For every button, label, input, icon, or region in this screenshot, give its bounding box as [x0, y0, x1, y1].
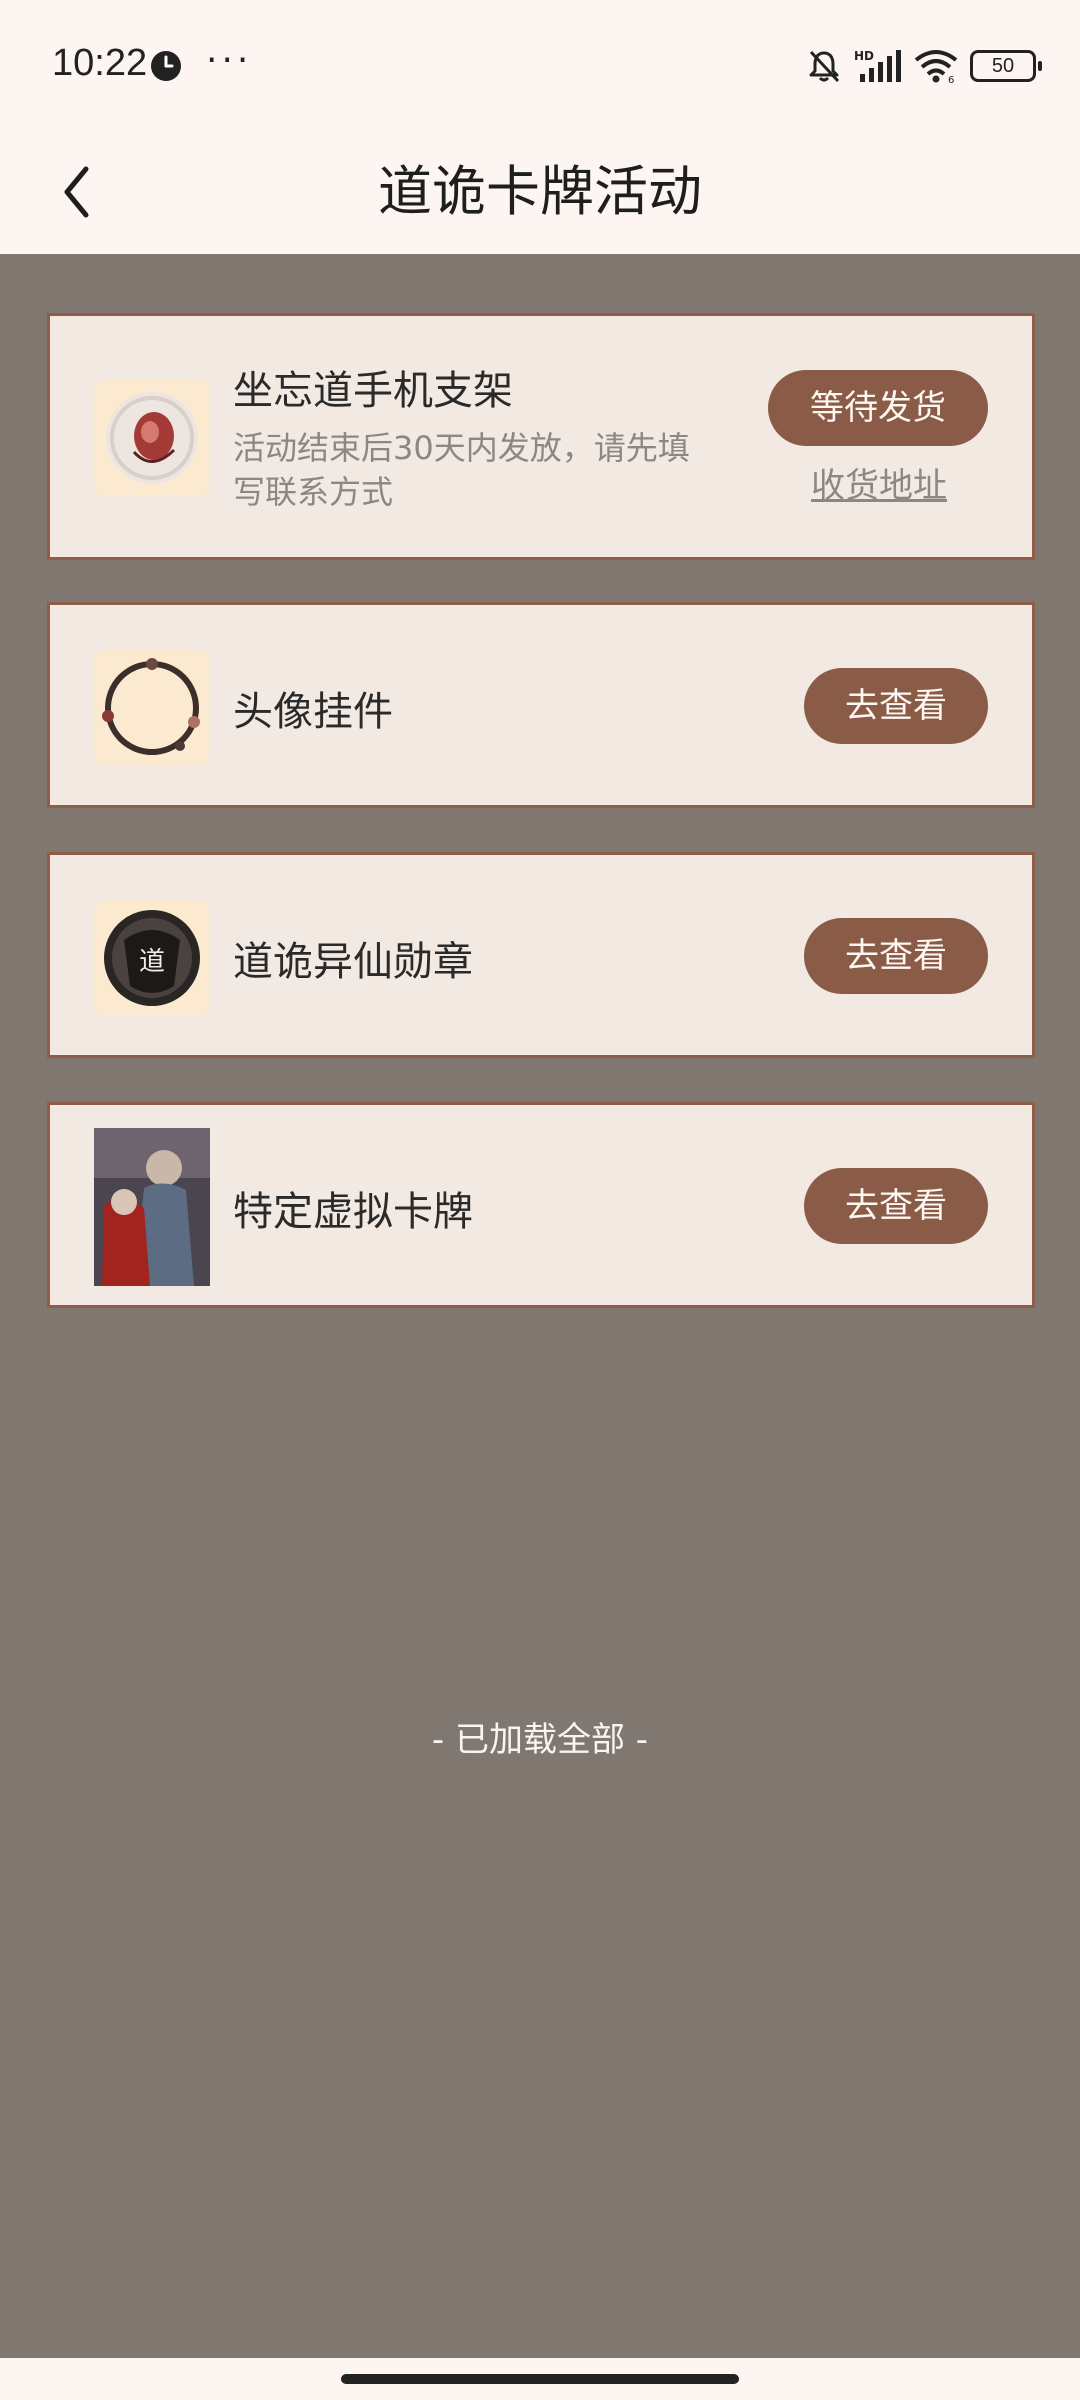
view-button[interactable]: 去查看 [804, 918, 988, 994]
list-item: 特定虚拟卡牌 去查看 [47, 1102, 1035, 1308]
item-title: 道诡异仙勋章 [233, 939, 473, 985]
shipping-address-link[interactable]: 收货地址 [811, 458, 947, 507]
svg-text:HD: HD [854, 49, 874, 63]
navigation-bar [0, 2358, 1080, 2400]
view-button[interactable]: 去查看 [804, 1168, 988, 1244]
home-indicator[interactable] [341, 2374, 739, 2384]
wifi-icon: 6 [914, 50, 958, 84]
back-button[interactable] [36, 152, 116, 232]
signal-icon: HD [854, 49, 901, 82]
svg-text:道: 道 [139, 947, 165, 977]
medal-thumbnail: 道 [94, 900, 210, 1016]
item-description: 活动结束后30天内发放，请先填写联系方式 [233, 429, 690, 511]
svg-text:6: 6 [948, 75, 954, 84]
phone-holder-thumbnail [94, 380, 210, 496]
page-title: 道诡卡牌活动 [378, 160, 702, 223]
list-item: 头像挂件 去查看 [47, 602, 1035, 808]
item-title: 坐忘道手机支架 [233, 368, 513, 414]
bell-muted-icon [809, 50, 840, 83]
list-item: 坐忘道手机支架 活动结束后30天内发放，请先填写联系方式 等待发货 收货地址 [47, 313, 1035, 560]
status-time: 10:22 [52, 42, 148, 84]
avatar-frame-thumbnail [94, 650, 210, 766]
chevron-left-icon [64, 166, 89, 218]
virtual-card-thumbnail [94, 1128, 210, 1286]
view-button[interactable]: 去查看 [804, 668, 988, 744]
more-notifications-icon: ··· [206, 40, 253, 81]
battery-icon: 50 [970, 50, 1042, 82]
item-title: 特定虚拟卡牌 [233, 1189, 473, 1235]
clock-icon [151, 51, 181, 81]
list-item: 道 道诡异仙勋章 去查看 [47, 852, 1035, 1058]
status-bar: 10:22 ··· HD 6 50 [0, 0, 1080, 130]
awaiting-shipment-button[interactable]: 等待发货 [768, 370, 988, 446]
item-title: 头像挂件 [233, 689, 393, 735]
status-icons: HD 6 50 [806, 46, 1042, 86]
load-complete-note: - 已加载全部 - [431, 1720, 649, 1760]
header: 道诡卡牌活动 [0, 130, 1080, 254]
